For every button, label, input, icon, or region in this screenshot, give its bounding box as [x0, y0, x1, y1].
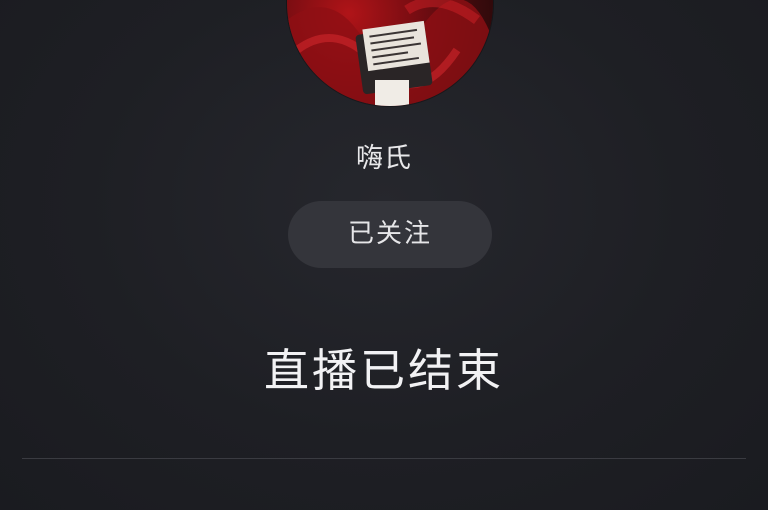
- avatar-image-icon: [287, 0, 493, 106]
- streamer-name: 嗨氏: [356, 143, 412, 174]
- live-ended-title: 直播已结束: [263, 344, 504, 397]
- streamer-avatar[interactable]: [287, 0, 493, 106]
- followed-button[interactable]: 已关注: [288, 201, 492, 268]
- live-ended-screen: 嗨氏 已关注 直播已结束: [0, 0, 768, 510]
- divider: [22, 458, 746, 459]
